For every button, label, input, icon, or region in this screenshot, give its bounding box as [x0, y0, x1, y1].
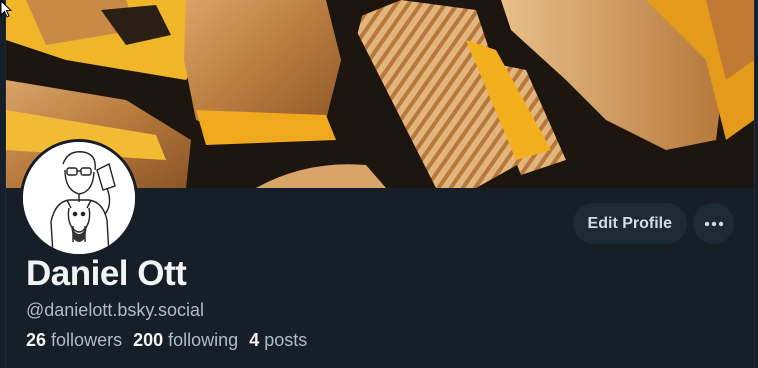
profile-stats: 26 followers 200 following 4 posts	[26, 330, 307, 351]
followers-label: followers	[51, 330, 123, 350]
edit-profile-button[interactable]: Edit Profile	[572, 203, 687, 244]
profile-handle: @danielott.bsky.social	[26, 300, 205, 320]
followers-stat[interactable]: 26 followers	[26, 330, 122, 351]
following-stat[interactable]: 200 following	[133, 330, 238, 351]
posts-count: 4	[249, 330, 260, 350]
profile-avatar[interactable]	[20, 139, 138, 257]
display-name: Daniel Ott	[26, 254, 187, 293]
followers-count: 26	[26, 330, 47, 350]
following-count: 200	[133, 330, 164, 350]
mouse-cursor-icon	[0, 0, 12, 18]
avatar-image	[23, 142, 135, 254]
profile-actions: Edit Profile	[572, 203, 734, 244]
ellipsis-icon	[704, 221, 723, 226]
more-options-button[interactable]	[693, 203, 734, 244]
following-label: following	[168, 330, 239, 350]
posts-stat: 4 posts	[249, 330, 307, 351]
profile-header: Edit Profile Daniel Ott @danielott.bsky.…	[5, 0, 755, 368]
posts-label: posts	[264, 330, 308, 350]
